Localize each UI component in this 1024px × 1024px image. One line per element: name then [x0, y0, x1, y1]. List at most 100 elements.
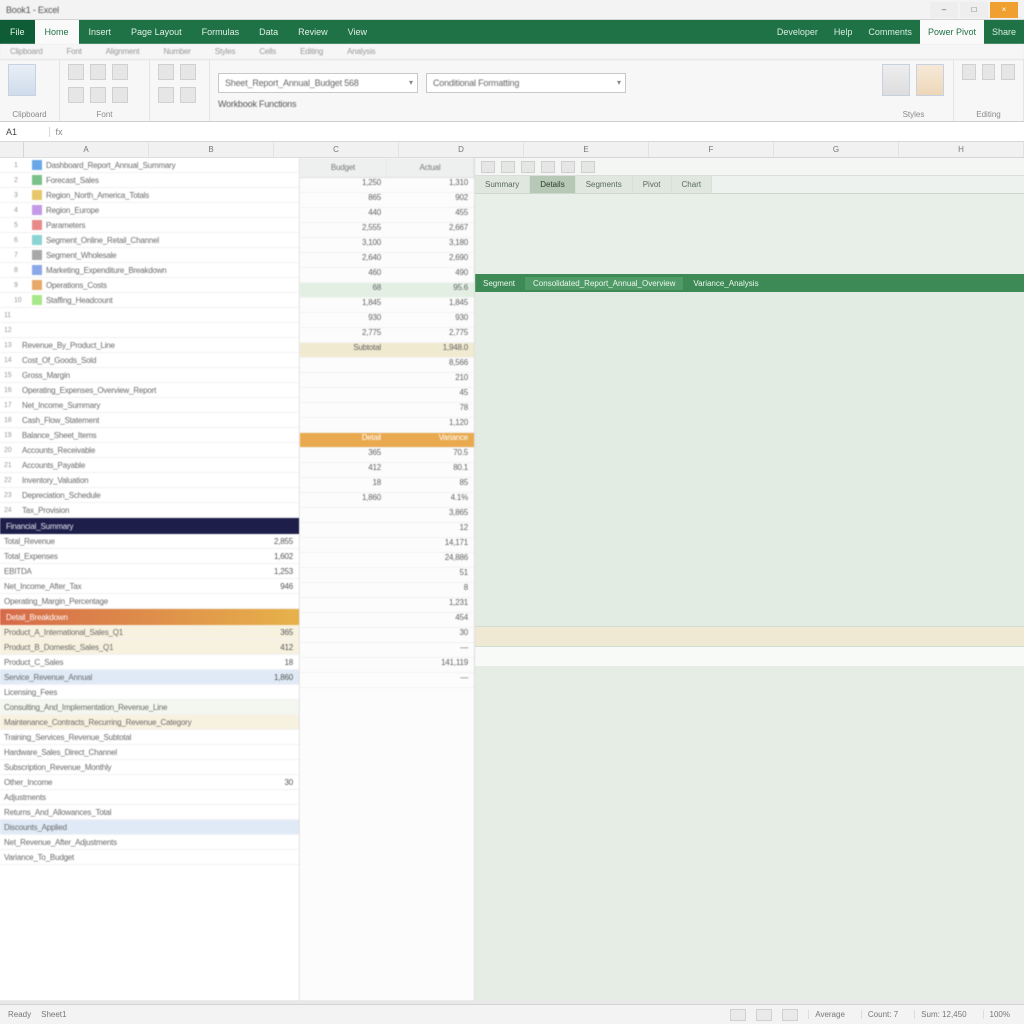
- tab-home[interactable]: Home: [35, 20, 79, 44]
- col-header[interactable]: E: [524, 142, 649, 157]
- named-range-combo[interactable]: Sheet_Report_Annual_Budget 568 ▾: [218, 73, 418, 93]
- outline-row[interactable]: 9Operations_Costs: [0, 278, 299, 293]
- value-row[interactable]: 1,2501,310: [300, 178, 474, 193]
- value-cell[interactable]: 51: [387, 568, 474, 582]
- detail-row[interactable]: Hardware_Sales_Direct_Channel: [0, 745, 299, 760]
- value-cell[interactable]: 1,860: [300, 493, 387, 507]
- value-cell[interactable]: 2,640: [300, 253, 387, 267]
- value-cell[interactable]: [300, 358, 387, 372]
- italic-icon[interactable]: [90, 64, 106, 80]
- outline-row[interactable]: 3Region_North_America_Totals: [0, 188, 299, 203]
- tab-page-layout[interactable]: Page Layout: [121, 20, 192, 44]
- value-row[interactable]: —: [300, 673, 474, 688]
- value-cell[interactable]: [300, 418, 387, 432]
- outline-row[interactable]: 22Inventory_Valuation: [0, 473, 299, 488]
- col-header[interactable]: F: [649, 142, 774, 157]
- detail-tab[interactable]: Details: [530, 176, 575, 193]
- detail-row[interactable]: Consulting_And_Implementation_Revenue_Li…: [0, 700, 299, 715]
- value-cell[interactable]: 18: [300, 478, 387, 492]
- value-cell[interactable]: [300, 373, 387, 387]
- window-close-button[interactable]: ×: [990, 2, 1018, 18]
- underline-icon[interactable]: [112, 64, 128, 80]
- detail-row[interactable]: Maintenance_Contracts_Recurring_Revenue_…: [0, 715, 299, 730]
- value-row[interactable]: 3,865: [300, 508, 474, 523]
- value-row[interactable]: 1,120: [300, 418, 474, 433]
- col-header[interactable]: D: [399, 142, 524, 157]
- border-icon[interactable]: [112, 87, 128, 103]
- detail-tab[interactable]: Summary: [475, 176, 530, 193]
- summary-row[interactable]: EBITDA1,253: [0, 564, 299, 579]
- tab-help[interactable]: Help: [826, 20, 861, 44]
- value-row[interactable]: 30: [300, 628, 474, 643]
- value-row[interactable]: 460490: [300, 268, 474, 283]
- detail-tool-icon[interactable]: [481, 161, 495, 173]
- value-row[interactable]: 2,7752,775: [300, 328, 474, 343]
- value-cell[interactable]: Detail: [300, 433, 387, 447]
- value-cell[interactable]: 30: [387, 628, 474, 642]
- outline-row[interactable]: 4Region_Europe: [0, 203, 299, 218]
- tab-review[interactable]: Review: [288, 20, 338, 44]
- value-cell[interactable]: 85: [387, 478, 474, 492]
- value-row[interactable]: 454: [300, 613, 474, 628]
- value-row[interactable]: 41280.1: [300, 463, 474, 478]
- find-icon[interactable]: [1001, 64, 1015, 80]
- file-tab[interactable]: File: [0, 20, 35, 44]
- style-combo[interactable]: Conditional Formatting ▾: [426, 73, 626, 93]
- value-cell[interactable]: 365: [300, 448, 387, 462]
- section-header-gradient[interactable]: Detail_Breakdown: [0, 609, 299, 625]
- value-row[interactable]: —: [300, 643, 474, 658]
- tab-insert[interactable]: Insert: [79, 20, 122, 44]
- value-cell[interactable]: [300, 568, 387, 582]
- value-row[interactable]: 2,5552,667: [300, 223, 474, 238]
- outline-row[interactable]: 5Parameters: [0, 218, 299, 233]
- value-row[interactable]: 141,119: [300, 658, 474, 673]
- value-cell[interactable]: 210: [387, 373, 474, 387]
- outline-row[interactable]: 16Operating_Expenses_Overview_Report: [0, 383, 299, 398]
- greenbar-segment[interactable]: Consolidated_Report_Annual_Overview: [525, 277, 683, 290]
- autosum-icon[interactable]: [962, 64, 976, 80]
- value-cell[interactable]: 865: [300, 193, 387, 207]
- outline-pane[interactable]: 1Dashboard_Report_Annual_Summary2Forecas…: [0, 158, 300, 1000]
- value-row[interactable]: 2,6402,690: [300, 253, 474, 268]
- value-cell[interactable]: [300, 583, 387, 597]
- section-header-navy[interactable]: Financial_Summary: [0, 518, 299, 534]
- summary-row[interactable]: Operating_Margin_Percentage: [0, 594, 299, 609]
- value-cell[interactable]: [300, 658, 387, 672]
- value-row[interactable]: DetailVariance: [300, 433, 474, 448]
- outline-row[interactable]: 20Accounts_Receivable: [0, 443, 299, 458]
- outline-row[interactable]: 15Gross_Margin: [0, 368, 299, 383]
- value-cell[interactable]: 24,886: [387, 553, 474, 567]
- value-cell[interactable]: [300, 538, 387, 552]
- merge-icon[interactable]: [180, 87, 196, 103]
- value-row[interactable]: 6895.6: [300, 283, 474, 298]
- fill-color-icon[interactable]: [68, 87, 84, 103]
- view-normal-icon[interactable]: [730, 1009, 746, 1021]
- detail-row[interactable]: Licensing_Fees: [0, 685, 299, 700]
- value-cell[interactable]: Subtotal: [300, 343, 387, 357]
- detail-tab[interactable]: Chart: [672, 176, 713, 193]
- outline-row[interactable]: 21Accounts_Payable: [0, 458, 299, 473]
- value-cell[interactable]: 1,310: [387, 178, 474, 192]
- col-header[interactable]: B: [149, 142, 274, 157]
- window-maximize-button[interactable]: □: [960, 2, 988, 18]
- value-cell[interactable]: 454: [387, 613, 474, 627]
- outline-row[interactable]: 18Cash_Flow_Statement: [0, 413, 299, 428]
- outline-row[interactable]: 14Cost_Of_Goods_Sold: [0, 353, 299, 368]
- tab-developer[interactable]: Developer: [769, 20, 826, 44]
- detail-tab[interactable]: Pivot: [633, 176, 672, 193]
- value-cell[interactable]: [300, 628, 387, 642]
- value-cell[interactable]: 1,120: [387, 418, 474, 432]
- value-cell[interactable]: 2,690: [387, 253, 474, 267]
- values-pane[interactable]: Budget Actual 1,2501,3108659024404552,55…: [300, 158, 475, 1000]
- value-row[interactable]: 1,8604.1%: [300, 493, 474, 508]
- detail-tool-icon[interactable]: [521, 161, 535, 173]
- col-header[interactable]: C: [274, 142, 399, 157]
- detail-row[interactable]: Product_A_International_Sales_Q1365: [0, 625, 299, 640]
- value-cell[interactable]: Variance: [387, 433, 474, 447]
- outline-row[interactable]: 23Depreciation_Schedule: [0, 488, 299, 503]
- value-row[interactable]: 865902: [300, 193, 474, 208]
- value-row[interactable]: 930930: [300, 313, 474, 328]
- detail-row[interactable]: Other_Income30: [0, 775, 299, 790]
- detail-tool-icon[interactable]: [541, 161, 555, 173]
- value-cell[interactable]: 460: [300, 268, 387, 282]
